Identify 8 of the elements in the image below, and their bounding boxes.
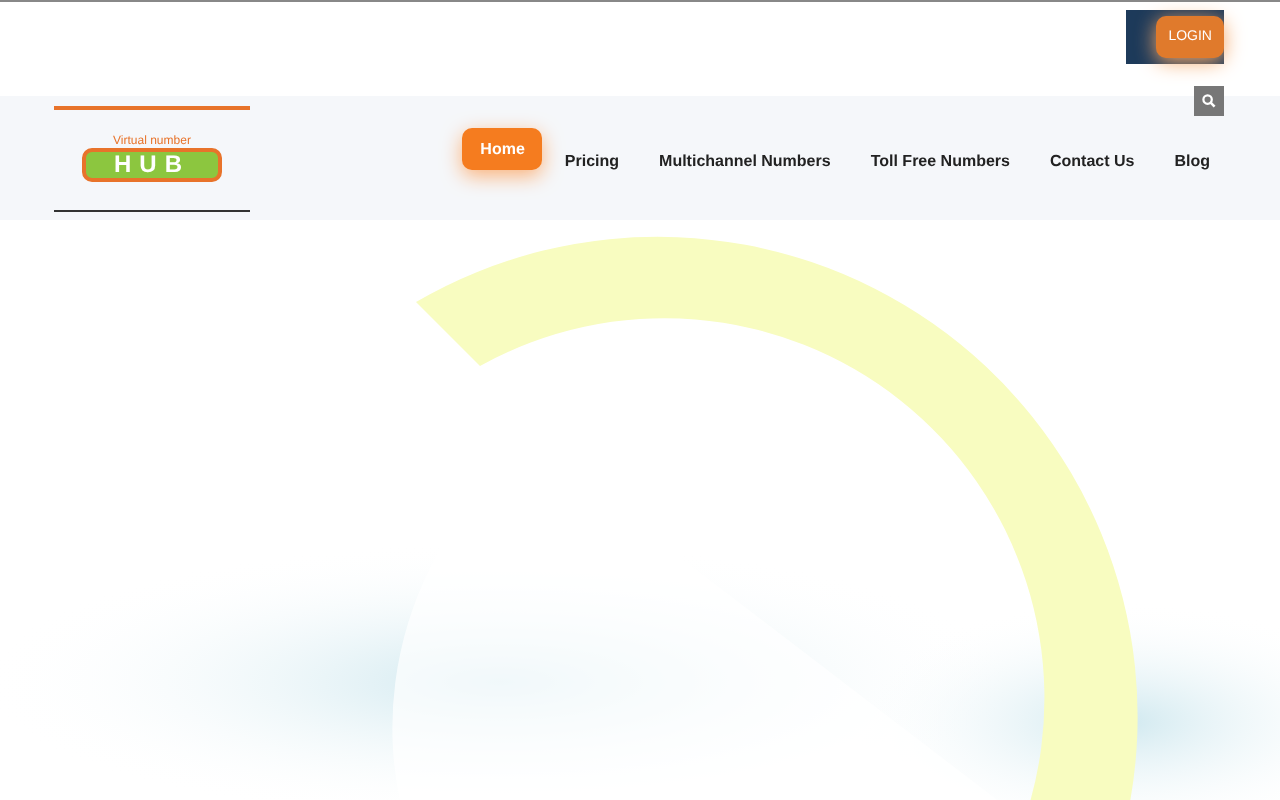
logo-wordmark: HUB [82, 148, 222, 182]
search-button[interactable] [1194, 86, 1224, 116]
nav-link[interactable]: Contact Us [1031, 139, 1153, 181]
search-icon [1202, 94, 1216, 108]
nav-link[interactable]: Toll Free Numbers [852, 139, 1028, 181]
nav-link[interactable]: Pricing [546, 139, 638, 181]
nav-link[interactable]: Multichannel Numbers [641, 139, 849, 181]
nav-link[interactable]: Blog [1156, 139, 1228, 181]
